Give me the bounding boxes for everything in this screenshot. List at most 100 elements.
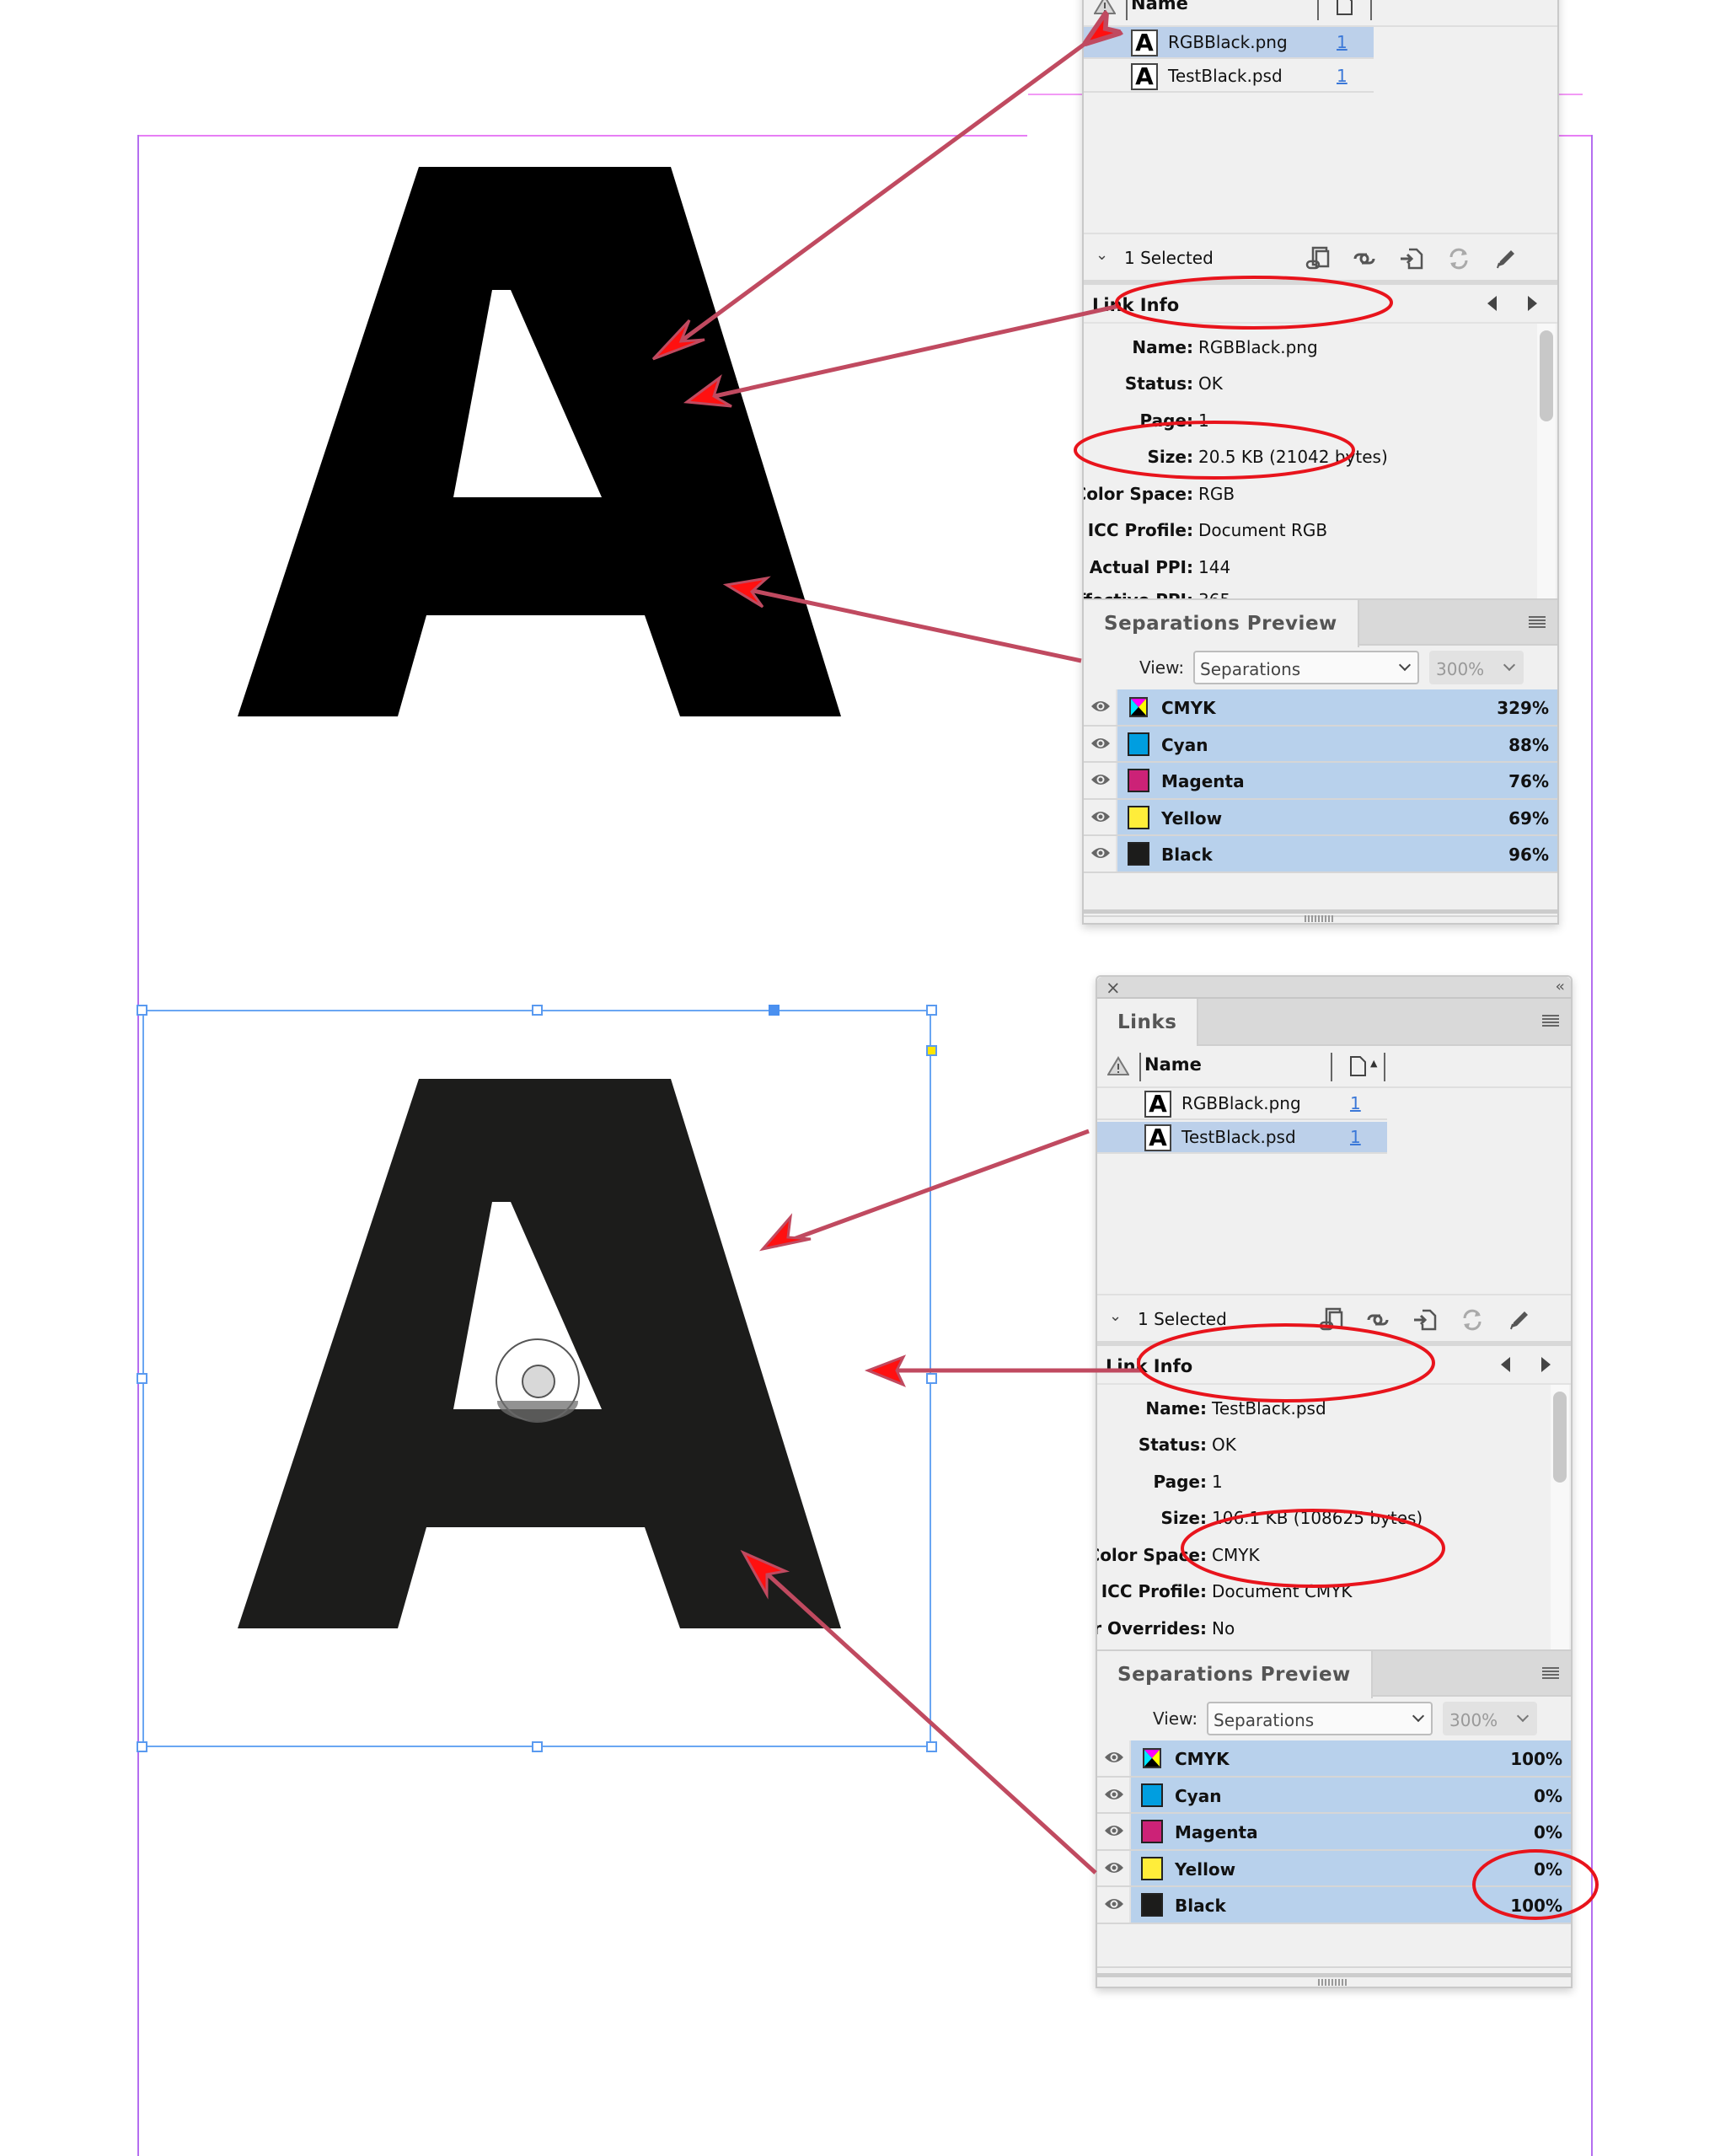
resize-grip[interactable] xyxy=(1318,1979,1348,1986)
panel-menu-icon[interactable] xyxy=(1529,616,1546,630)
ink-row-body[interactable]: Yellow 69% xyxy=(1117,799,1557,834)
ink-row-cyan[interactable]: Cyan 0% xyxy=(1097,1777,1571,1814)
eye-icon[interactable] xyxy=(1104,1751,1124,1764)
ink-row-magenta[interactable]: Magenta 0% xyxy=(1097,1814,1571,1851)
ink-row-body[interactable]: CMYK 100% xyxy=(1131,1740,1571,1776)
resize-handle-right[interactable] xyxy=(926,1373,937,1384)
previous-link-button[interactable] xyxy=(1501,1357,1510,1372)
column-divider[interactable] xyxy=(1331,1053,1332,1081)
tab-separations-preview[interactable]: Separations Preview xyxy=(1097,1651,1373,1698)
update-link-icon[interactable] xyxy=(1446,246,1471,271)
link-page-number[interactable]: 1 xyxy=(1350,1127,1361,1147)
name-column-label[interactable]: Name xyxy=(1144,1054,1202,1075)
sort-ascending-icon[interactable]: ▲ xyxy=(1370,1058,1377,1069)
resize-handle-left[interactable] xyxy=(137,1373,147,1384)
relink-icon[interactable] xyxy=(1365,1307,1390,1333)
goto-link-icon[interactable] xyxy=(1412,1307,1438,1333)
ink-row-magenta[interactable]: Magenta 76% xyxy=(1084,763,1557,800)
visibility-toggle[interactable] xyxy=(1097,1887,1131,1923)
ink-limit-select[interactable]: 300% xyxy=(1429,651,1524,684)
link-page-number[interactable]: 1 xyxy=(1350,1093,1361,1113)
column-divider[interactable] xyxy=(1317,0,1319,20)
collapse-icon[interactable]: ‹‹ xyxy=(1556,978,1566,996)
panel-menu-icon[interactable] xyxy=(1542,1667,1559,1681)
link-row-rgbblack[interactable]: A RGBBlack.png 1 xyxy=(1084,27,1374,59)
eye-icon[interactable] xyxy=(1104,1788,1124,1801)
visibility-toggle[interactable] xyxy=(1084,689,1117,725)
ink-row-body[interactable]: Yellow 0% xyxy=(1131,1850,1571,1885)
warning-icon[interactable] xyxy=(1094,0,1116,15)
visibility-toggle[interactable] xyxy=(1097,1850,1131,1885)
show-link-info-toggle[interactable]: ⌄ xyxy=(1096,246,1108,264)
eye-icon[interactable] xyxy=(1090,700,1111,713)
view-select[interactable]: Separations xyxy=(1193,651,1419,684)
link-info-scrollbar[interactable] xyxy=(1537,324,1556,598)
show-link-info-toggle[interactable]: ⌄ xyxy=(1109,1307,1122,1325)
link-row-testblack[interactable]: A TestBlack.psd 1 xyxy=(1097,1122,1387,1154)
page-column-icon[interactable] xyxy=(1350,1056,1366,1076)
column-divider[interactable] xyxy=(1384,1053,1385,1081)
eye-icon[interactable] xyxy=(1104,1897,1124,1911)
link-info-scrollbar[interactable] xyxy=(1551,1385,1569,1649)
panel-title-bar[interactable]: × ‹‹ xyxy=(1097,977,1571,999)
tab-links[interactable]: Links xyxy=(1097,999,1199,1046)
resize-grip[interactable] xyxy=(1305,915,1335,922)
tab-separations-preview[interactable]: Separations Preview xyxy=(1084,600,1359,647)
corner-options-handle[interactable] xyxy=(926,1045,937,1056)
visibility-toggle[interactable] xyxy=(1084,726,1117,761)
scrollbar-thumb[interactable] xyxy=(1553,1392,1567,1483)
ink-row-body[interactable]: CMYK 329% xyxy=(1117,689,1557,725)
view-select[interactable]: Separations xyxy=(1207,1702,1433,1735)
visibility-toggle[interactable] xyxy=(1097,1740,1131,1776)
goto-link-icon[interactable] xyxy=(1399,246,1424,271)
ink-row-black[interactable]: Black 96% xyxy=(1084,836,1557,873)
ink-row-black[interactable]: Black 100% xyxy=(1097,1887,1571,1924)
content-grabber-center[interactable] xyxy=(522,1365,555,1398)
ink-row-body[interactable]: Cyan 88% xyxy=(1117,726,1557,761)
ink-row-yellow[interactable]: Yellow 0% xyxy=(1097,1850,1571,1887)
ink-row-body[interactable]: Magenta 76% xyxy=(1117,763,1557,798)
resize-handle-bottom-right[interactable] xyxy=(926,1741,937,1752)
content-grabber[interactable] xyxy=(496,1338,580,1423)
next-link-button[interactable] xyxy=(1541,1357,1551,1372)
ink-row-cyan[interactable]: Cyan 88% xyxy=(1084,726,1557,763)
link-page-number[interactable]: 1 xyxy=(1337,66,1348,86)
link-row-testblack[interactable]: A TestBlack.psd 1 xyxy=(1084,61,1374,93)
page-column-icon[interactable] xyxy=(1337,0,1353,15)
eye-icon[interactable] xyxy=(1090,773,1111,786)
relink-icon[interactable] xyxy=(1352,246,1377,271)
visibility-toggle[interactable] xyxy=(1084,836,1117,872)
edit-original-icon[interactable] xyxy=(1507,1307,1532,1333)
resize-handle-top-right[interactable] xyxy=(926,1005,937,1016)
eye-icon[interactable] xyxy=(1090,846,1111,860)
column-divider[interactable] xyxy=(1370,0,1372,20)
warning-icon[interactable] xyxy=(1107,1056,1129,1076)
panel-menu-icon[interactable] xyxy=(1542,1015,1559,1028)
ink-row-cmyk[interactable]: CMYK 329% xyxy=(1084,689,1557,727)
resize-handle-top[interactable] xyxy=(532,1005,543,1016)
resize-handle-bottom-left[interactable] xyxy=(137,1741,147,1752)
edit-original-icon[interactable] xyxy=(1493,246,1519,271)
previous-link-button[interactable] xyxy=(1487,296,1497,311)
name-column-label[interactable]: Name xyxy=(1131,0,1188,13)
visibility-toggle[interactable] xyxy=(1084,763,1117,798)
link-row-rgbblack[interactable]: A RGBBlack.png 1 xyxy=(1097,1088,1387,1120)
eye-icon[interactable] xyxy=(1090,810,1111,823)
resize-handle-bottom[interactable] xyxy=(532,1741,543,1752)
column-divider[interactable] xyxy=(1139,1053,1141,1081)
visibility-toggle[interactable] xyxy=(1097,1777,1131,1812)
update-link-icon[interactable] xyxy=(1460,1307,1485,1333)
frame-edge-handle[interactable] xyxy=(769,1005,780,1016)
ink-limit-select[interactable]: 300% xyxy=(1443,1702,1537,1735)
ink-row-body[interactable]: Cyan 0% xyxy=(1131,1777,1571,1812)
ink-row-yellow[interactable]: Yellow 69% xyxy=(1084,799,1557,836)
ink-row-cmyk[interactable]: CMYK 100% xyxy=(1097,1740,1571,1778)
ink-row-body[interactable]: Magenta 0% xyxy=(1131,1814,1571,1849)
link-page-number[interactable]: 1 xyxy=(1337,32,1348,52)
close-icon[interactable]: × xyxy=(1106,978,1121,998)
next-link-button[interactable] xyxy=(1528,296,1537,311)
relink-from-cc-icon[interactable] xyxy=(1318,1307,1343,1333)
eye-icon[interactable] xyxy=(1090,737,1111,750)
rgb-black-image[interactable] xyxy=(238,167,841,716)
scrollbar-thumb[interactable] xyxy=(1540,330,1553,421)
